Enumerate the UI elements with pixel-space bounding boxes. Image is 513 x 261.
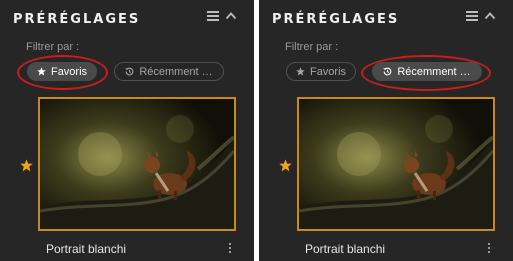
chip-label: Récemment … bbox=[397, 65, 471, 78]
preset-thumbnail[interactable] bbox=[38, 97, 236, 231]
preset-name: Portrait blanchi bbox=[305, 242, 386, 256]
hamburger-menu-icon[interactable] bbox=[466, 11, 478, 21]
favorites-filter-chip[interactable]: Favoris bbox=[286, 62, 356, 81]
favorite-star-icon[interactable] bbox=[279, 159, 292, 172]
history-icon bbox=[125, 67, 134, 76]
header-controls bbox=[207, 10, 237, 22]
chevron-up-icon[interactable] bbox=[484, 10, 496, 22]
history-icon bbox=[383, 67, 392, 76]
presets-panel-left: PRÉRÉGLAGES Filtrer par : Favoris Récemm… bbox=[0, 0, 254, 261]
chip-label: Favoris bbox=[309, 65, 347, 78]
squirrel-photo bbox=[40, 99, 234, 229]
chevron-up-icon[interactable] bbox=[225, 10, 237, 22]
favorites-filter-chip[interactable]: Favoris bbox=[27, 62, 97, 81]
header-controls bbox=[466, 10, 496, 22]
more-options-icon[interactable] bbox=[487, 242, 491, 256]
filter-label: Filtrer par : bbox=[26, 41, 80, 53]
filter-label: Filtrer par : bbox=[285, 41, 339, 53]
preset-thumbnail[interactable] bbox=[297, 97, 495, 231]
presets-panel-right: PRÉRÉGLAGES Filtrer par : Favoris Récemm… bbox=[259, 0, 513, 261]
preset-name: Portrait blanchi bbox=[46, 242, 127, 256]
more-options-icon[interactable] bbox=[228, 242, 232, 256]
squirrel-photo bbox=[299, 99, 493, 229]
star-icon bbox=[296, 67, 305, 76]
hamburger-menu-icon[interactable] bbox=[207, 11, 219, 21]
chip-label: Favoris bbox=[50, 65, 88, 78]
favorite-star-icon[interactable] bbox=[20, 159, 33, 172]
panel-title: PRÉRÉGLAGES bbox=[272, 12, 400, 27]
recent-filter-chip[interactable]: Récemment … bbox=[372, 62, 482, 81]
recent-filter-chip[interactable]: Récemment … bbox=[114, 62, 224, 81]
chip-label: Récemment … bbox=[139, 65, 213, 78]
panel-title: PRÉRÉGLAGES bbox=[13, 12, 141, 27]
star-icon bbox=[37, 67, 46, 76]
